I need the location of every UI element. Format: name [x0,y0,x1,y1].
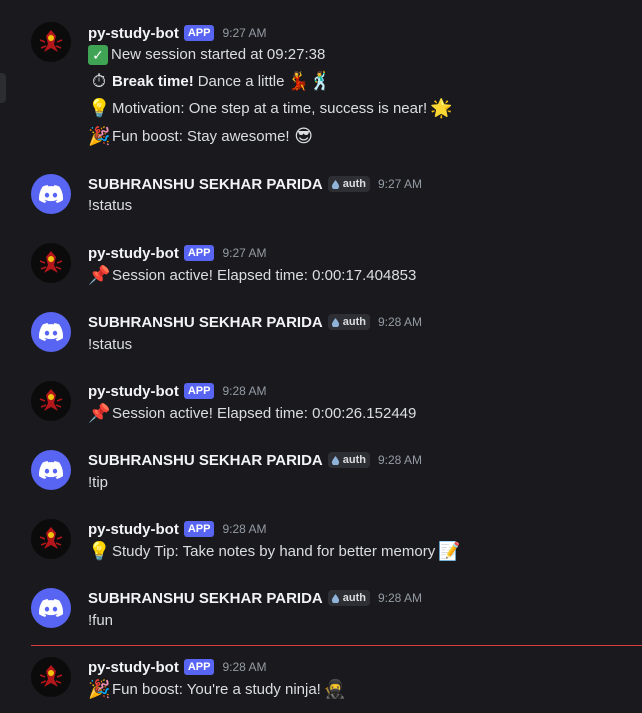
app-badge: APP [183,659,215,675]
bot-username[interactable]: py-study-bot [88,245,179,262]
bot-message: py-study-bot APP 9:28 AM 💡 Study Tip: Ta… [31,519,642,563]
message-text: !status [88,336,133,353]
timestamp[interactable]: 9:28 AM [378,453,422,467]
message-text: Motivation: One step at a time, success … [112,100,428,117]
lightbulb-icon: 💡 [88,541,111,562]
droplet-icon [331,455,339,465]
timestamp[interactable]: 9:28 AM [222,660,266,674]
bot-message: py-study-bot APP 9:27 AM 📌 Session activ… [31,243,642,287]
auth-badge[interactable]: auth [327,452,370,468]
memo-icon: 📝 [438,541,461,562]
discord-logo-icon [39,599,63,617]
message-text: !tip [88,474,109,491]
bot-message: py-study-bot APP 9:27 AM ✓ New session s… [31,22,642,162]
message-text: !fun [88,612,114,629]
message-text: Fun boost: You're a study ninja! [112,681,321,698]
droplet-icon [331,179,339,189]
bot-username[interactable]: py-study-bot [88,383,179,400]
bot-avatar[interactable] [31,519,71,559]
app-badge: APP [183,521,215,537]
user-username[interactable]: SUBHRANSHU SEKHAR PARIDA [88,176,323,193]
new-messages-divider [31,645,642,646]
party-popper-icon: 🎉 [88,126,111,147]
ninja-icon: 🥷 [323,679,347,700]
bot-avatar[interactable] [31,381,71,421]
dancer-icon: 💃 [287,71,310,92]
bot-username[interactable]: py-study-bot [88,25,179,42]
user-avatar[interactable] [31,312,71,352]
message-text: Dance a little [197,73,285,90]
timestamp[interactable]: 9:28 AM [222,384,266,398]
user-username[interactable]: SUBHRANSHU SEKHAR PARIDA [88,314,323,331]
app-badge: APP [183,383,215,399]
party-popper-icon: 🎉 [88,679,111,700]
bot-username[interactable]: py-study-bot [88,659,179,676]
message-text: !status [88,197,133,214]
user-username[interactable]: SUBHRANSHU SEKHAR PARIDA [88,590,323,607]
bot-avatar[interactable] [31,22,71,62]
timestamp[interactable]: 9:28 AM [378,315,422,329]
discord-logo-icon [39,461,63,479]
bot-avatar[interactable] [31,657,71,697]
app-badge: APP [183,245,215,261]
user-avatar[interactable] [31,588,71,628]
bot-message: py-study-bot APP 9:28 AM 📌 Session activ… [31,381,642,425]
droplet-icon [331,593,339,603]
user-username[interactable]: SUBHRANSHU SEKHAR PARIDA [88,452,323,469]
auth-badge[interactable]: auth [327,176,370,192]
user-avatar[interactable] [31,450,71,490]
message-text: Session active! Elapsed time: 0:00:26.15… [112,405,417,422]
man-dancing-icon: 🕺 [309,71,332,92]
message-text: Fun boost: Stay awesome! [112,128,290,145]
timestamp[interactable]: 9:28 AM [378,591,422,605]
pushpin-icon: 📌 [88,403,111,424]
pushpin-icon: 📌 [88,265,111,286]
auth-badge[interactable]: auth [327,590,370,606]
user-avatar[interactable] [31,174,71,214]
message-text: Session active! Elapsed time: 0:00:17.40… [112,267,417,284]
app-badge: APP [183,25,215,41]
timestamp[interactable]: 9:27 AM [378,177,422,191]
message-bold-text: Break time! [112,73,194,90]
discord-logo-icon [39,185,63,203]
lightbulb-icon: 💡 [88,98,111,119]
auth-badge[interactable]: auth [327,314,370,330]
check-mark-icon: ✓ [88,45,108,65]
scrollbar-thumb[interactable] [0,73,6,103]
sunglasses-face-icon: 😎 [294,126,313,147]
bot-username[interactable]: py-study-bot [88,521,179,538]
discord-logo-icon [39,323,63,341]
user-message: SUBHRANSHU SEKHAR PARIDA auth 9:28 AM !s… [31,312,642,356]
sparkle-icon: 🌟 [430,98,453,119]
timestamp[interactable]: 9:28 AM [222,522,266,536]
message-text: Study Tip: Take notes by hand for better… [112,543,436,560]
bot-avatar[interactable] [31,243,71,283]
message-text: New session started at 09:27:38 [111,46,326,63]
timestamp[interactable]: 9:27 AM [222,246,266,260]
user-message: SUBHRANSHU SEKHAR PARIDA auth 9:27 AM !s… [31,174,642,218]
droplet-icon [331,317,339,327]
user-message: SUBHRANSHU SEKHAR PARIDA auth 9:28 AM !f… [31,588,642,632]
user-message: SUBHRANSHU SEKHAR PARIDA auth 9:28 AM !t… [31,450,642,494]
timestamp[interactable]: 9:27 AM [222,26,266,40]
bot-message: py-study-bot APP 9:28 AM 🎉 Fun boost: Yo… [31,657,642,707]
stopwatch-icon: ⏱ [91,71,107,92]
